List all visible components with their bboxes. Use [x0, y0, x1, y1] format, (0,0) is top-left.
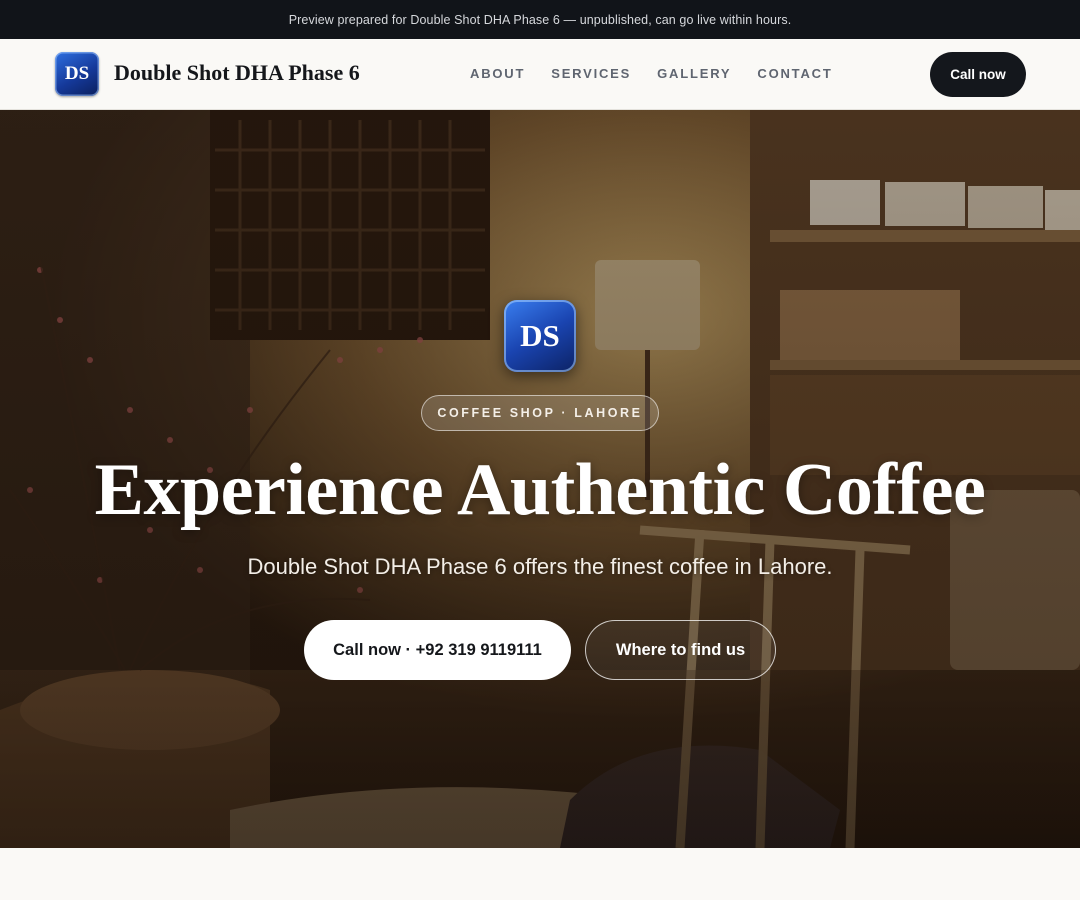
logo-initials: DS	[64, 63, 90, 84]
find-us-button[interactable]: Where to find us	[585, 620, 776, 680]
hero-logo-initials: DS	[520, 318, 560, 353]
hero-eyebrow-badge: COFFEE SHOP · LAHORE	[421, 395, 659, 431]
main-nav: ABOUT SERVICES GALLERY CONTACT	[470, 66, 859, 81]
brand-name[interactable]: Double Shot DHA Phase 6	[114, 60, 360, 86]
call-now-button[interactable]: Call now	[930, 52, 1026, 97]
announcement-bar: Preview prepared for Double Shot DHA Pha…	[0, 0, 1080, 39]
nav-link-gallery[interactable]: GALLERY	[657, 66, 731, 81]
nav-link-services[interactable]: SERVICES	[551, 66, 631, 81]
hero-call-button[interactable]: Call now · +92 319 9119111	[304, 620, 571, 680]
announcement-text: Preview prepared for Double Shot DHA Pha…	[288, 12, 792, 27]
hero-title: Experience Authentic Coffee	[94, 449, 986, 531]
hero-subtitle: Double Shot DHA Phase 6 offers the fines…	[247, 554, 833, 579]
hero-logo-icon: DS	[504, 300, 576, 372]
site-header: DS Double Shot DHA Phase 6 ABOUT SERVICE…	[0, 39, 1080, 110]
nav-link-contact[interactable]: CONTACT	[757, 66, 832, 81]
brand-logo-icon[interactable]: DS	[55, 52, 99, 96]
nav-link-about[interactable]: ABOUT	[470, 66, 525, 81]
hero-section: DS COFFEE SHOP · LAHORE Experience Authe…	[0, 110, 1080, 848]
